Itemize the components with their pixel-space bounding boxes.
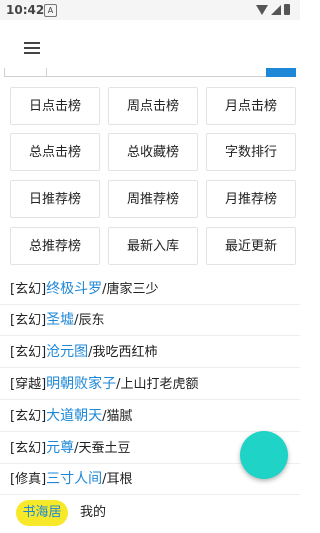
book-title[interactable]: 三寸人间	[46, 471, 102, 487]
list-item[interactable]: [玄幻]沧元图/我吃西红柿	[0, 338, 300, 368]
book-author: 上山打老虎额	[120, 377, 199, 392]
rank-monthly-recommend-button[interactable]: 月推荐榜	[206, 180, 296, 218]
book-genre: [玄幻]	[10, 441, 47, 456]
battery-icon	[284, 4, 290, 15]
search-bar	[0, 68, 300, 78]
book-genre: [修真]	[10, 472, 47, 487]
notification-icon: A	[44, 4, 57, 17]
book-author: 耳根	[106, 472, 133, 487]
book-author: 我吃西红柿	[92, 345, 158, 360]
book-genre: [玄幻]	[10, 345, 47, 360]
rank-monthly-clicks-button[interactable]: 月点击榜	[206, 87, 296, 125]
signal-icon	[271, 5, 281, 15]
search-divider	[46, 68, 47, 77]
tab-mine[interactable]: 我的	[80, 500, 110, 526]
book-title[interactable]: 终极斗罗	[46, 281, 102, 297]
wifi-icon	[256, 5, 268, 15]
book-genre: [玄幻]	[10, 409, 47, 424]
book-genre: [玄幻]	[10, 282, 47, 297]
book-author: 天蚕土豆	[78, 441, 131, 456]
list-item[interactable]: [玄幻]圣墟/辰东	[0, 306, 300, 336]
book-author: 唐家三少	[106, 282, 159, 297]
book-title[interactable]: 元尊	[46, 440, 74, 456]
book-genre: [玄幻]	[10, 313, 47, 328]
book-title[interactable]: 圣墟	[46, 312, 74, 328]
rank-total-favorites-button[interactable]: 总收藏榜	[108, 133, 198, 171]
book-author: 猫腻	[106, 409, 133, 424]
list-item[interactable]: [穿越]明朝败家子/上山打老虎额	[0, 370, 300, 400]
rank-total-recommend-button[interactable]: 总推荐榜	[10, 227, 100, 265]
app-toolbar	[0, 20, 300, 68]
floating-action-button[interactable]	[240, 431, 288, 479]
search-input[interactable]	[4, 68, 268, 77]
rank-weekly-recommend-button[interactable]: 周推荐榜	[108, 180, 198, 218]
tab-bookshelf[interactable]: 书海居	[16, 500, 68, 526]
rank-total-clicks-button[interactable]: 总点击榜	[10, 133, 100, 171]
book-title[interactable]: 明朝败家子	[46, 376, 116, 392]
rank-recently-updated-button[interactable]: 最近更新	[206, 227, 296, 265]
bottom-nav: 书海居 我的	[0, 496, 300, 533]
rank-weekly-clicks-button[interactable]: 周点击榜	[108, 87, 198, 125]
book-title[interactable]: 大道朝天	[46, 408, 102, 424]
list-item[interactable]: [玄幻]终极斗罗/唐家三少	[0, 275, 300, 305]
book-genre: [穿越]	[10, 377, 47, 392]
search-button[interactable]	[266, 68, 296, 77]
list-item[interactable]: [玄幻]大道朝天/猫腻	[0, 402, 300, 432]
rank-newest-button[interactable]: 最新入库	[108, 227, 198, 265]
rank-word-count-button[interactable]: 字数排行	[206, 133, 296, 171]
rank-daily-recommend-button[interactable]: 日推荐榜	[10, 180, 100, 218]
book-title[interactable]: 沧元图	[46, 344, 88, 360]
status-bar: 10:42 A	[0, 0, 300, 20]
hamburger-menu-icon[interactable]	[24, 42, 40, 54]
rank-daily-clicks-button[interactable]: 日点击榜	[10, 87, 100, 125]
book-author: 辰东	[78, 313, 105, 328]
status-time: 10:42	[6, 3, 45, 17]
